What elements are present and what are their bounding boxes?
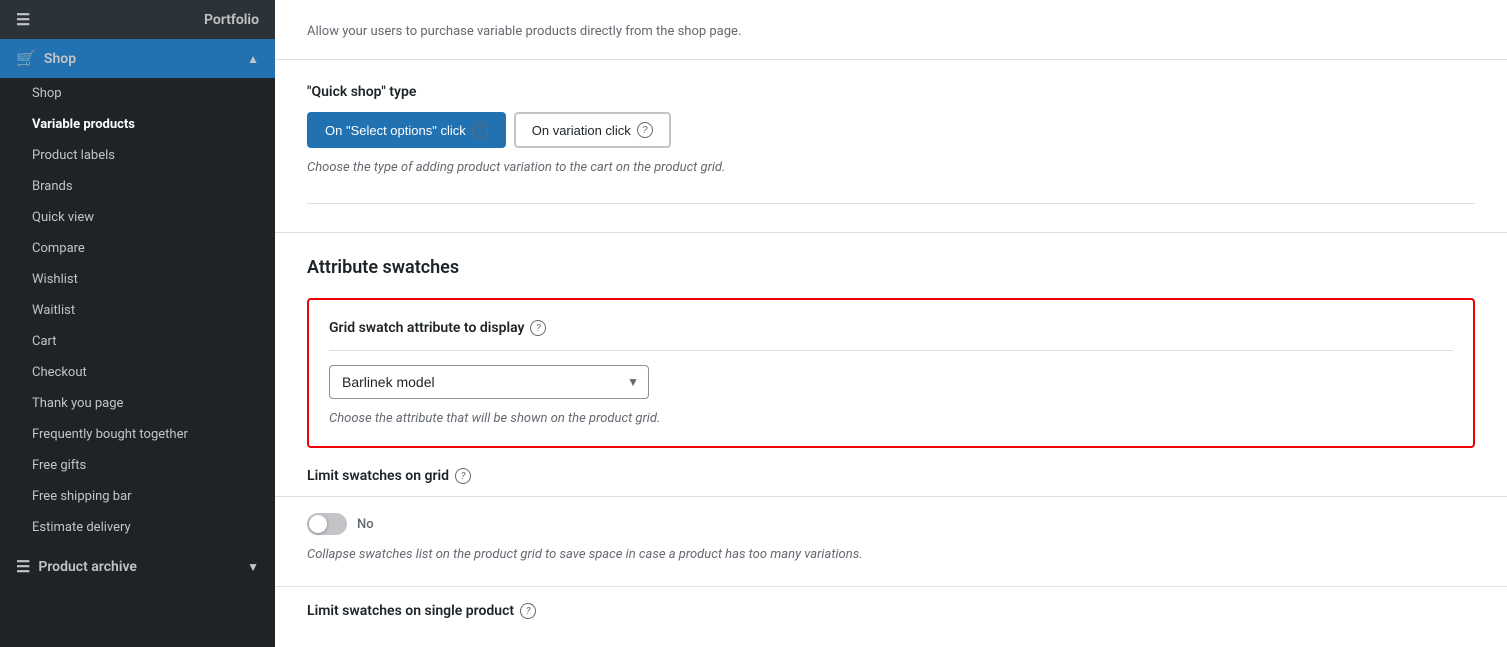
main-content: Allow your users to purchase variable pr… [275,0,1507,647]
shop-chevron-icon: ▲ [247,52,259,66]
sidebar-item-product-labels[interactable]: Product labels [0,140,275,171]
sidebar-item-thank-you[interactable]: Thank you page [0,388,275,419]
shop-icon: 🛒 [16,49,36,68]
sidebar-item-frequently-bought[interactable]: Frequently bought together [0,419,275,450]
sidebar-item-quick-view[interactable]: Quick view [0,202,275,233]
limit-swatches-grid-help-icon[interactable]: ? [455,468,471,484]
sidebar-item-product-archive[interactable]: ☰ Product archive ▼ [0,547,275,586]
sidebar-item-wishlist[interactable]: Wishlist [0,264,275,295]
grid-swatch-label: Grid swatch attribute to display ? [329,320,1453,351]
sidebar-item-checkout[interactable]: Checkout [0,357,275,388]
product-archive-icon: ☰ [16,557,30,576]
variation-click-help-icon[interactable]: ? [637,122,653,138]
portfolio-icon: ☰ [16,10,30,29]
grid-swatch-select-wrapper: Barlinek model Color Size ▼ [329,365,649,399]
sidebar-item-portfolio[interactable]: ☰ Portfolio [0,0,275,39]
limit-swatches-grid-toggle-label: No [357,517,374,532]
sidebar: ☰ Portfolio 🛒 Shop ▲ Shop Variable produ… [0,0,275,647]
sidebar-item-variable-products[interactable]: Variable products [0,109,275,140]
grid-swatch-hint: Choose the attribute that will be shown … [329,411,1453,426]
limit-swatches-grid-toggle-row: No [307,513,1475,535]
sidebar-item-free-shipping-bar[interactable]: Free shipping bar [0,481,275,512]
limit-swatches-single-field: Limit swatches on single product ? [307,586,1475,619]
limit-swatches-grid-label: Limit swatches on grid ? [307,468,1475,484]
limit-swatches-grid-toggle[interactable] [307,513,347,535]
select-options-help-icon[interactable]: ? [472,122,488,138]
sidebar-item-shop[interactable]: 🛒 Shop ▲ [0,39,275,78]
quick-shop-section: "Quick shop" type On "Select options" cl… [307,84,1475,204]
limit-swatches-single-label: Limit swatches on single product ? [307,603,1475,619]
grid-swatch-dropdown[interactable]: Barlinek model Color Size [329,365,649,399]
attribute-swatches-title: Attribute swatches [307,257,1475,278]
sidebar-item-free-gifts[interactable]: Free gifts [0,450,275,481]
select-options-button[interactable]: On "Select options" click ? [307,112,506,148]
attribute-swatches-section: Attribute swatches Grid swatch attribute… [307,257,1475,647]
grid-swatch-help-icon[interactable]: ? [530,320,546,336]
limit-swatches-single-help-icon[interactable]: ? [520,603,536,619]
sidebar-item-shop-sub[interactable]: Shop [0,78,275,109]
toggle-knob [309,515,327,533]
sidebar-item-estimate-delivery[interactable]: Estimate delivery [0,512,275,543]
quick-shop-label: "Quick shop" type [307,84,1475,100]
limit-swatches-grid-hint: Collapse swatches list on the product gr… [307,547,1475,562]
variation-click-button[interactable]: On variation click ? [514,112,671,148]
quick-shop-hint: Choose the type of adding product variat… [307,160,1475,175]
sidebar-item-compare[interactable]: Compare [0,233,275,264]
limit-swatches-grid-field: Limit swatches on grid ? No Collapse swa… [307,468,1475,562]
sidebar-item-cart[interactable]: Cart [0,326,275,357]
page-description: Allow your users to purchase variable pr… [307,24,1475,39]
product-archive-chevron-icon: ▼ [247,560,259,574]
quick-shop-button-group: On "Select options" click ? On variation… [307,112,1475,148]
grid-swatch-box: Grid swatch attribute to display ? Barli… [307,298,1475,448]
sidebar-item-waitlist[interactable]: Waitlist [0,295,275,326]
sidebar-item-brands[interactable]: Brands [0,171,275,202]
